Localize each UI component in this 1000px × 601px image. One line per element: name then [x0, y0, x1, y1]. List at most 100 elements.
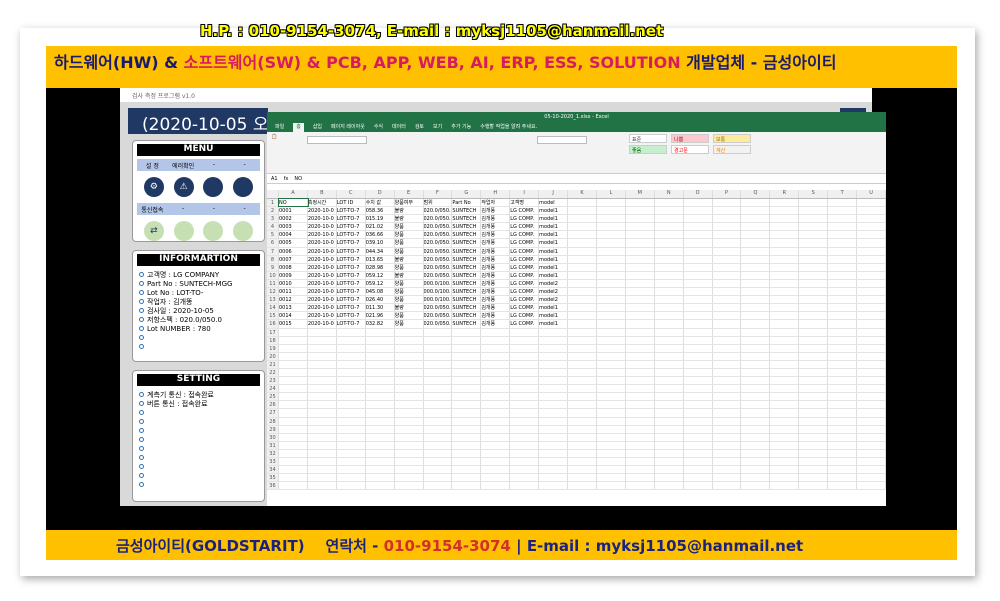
cell[interactable]: LG COMP.	[510, 231, 540, 239]
cell[interactable]	[366, 336, 395, 344]
cell[interactable]	[568, 377, 597, 385]
cell[interactable]	[279, 409, 308, 417]
cell[interactable]	[366, 393, 395, 401]
cell[interactable]	[799, 449, 829, 457]
row-number[interactable]: 28	[267, 417, 279, 425]
cell[interactable]	[684, 377, 713, 385]
cell[interactable]	[684, 288, 713, 296]
cell[interactable]	[308, 336, 337, 344]
cell[interactable]: LG COMP.	[510, 263, 540, 271]
cell[interactable]	[337, 449, 366, 457]
cell[interactable]	[799, 247, 829, 255]
cell[interactable]: LOT-TO-7	[337, 231, 366, 239]
cell[interactable]	[828, 368, 858, 377]
cell[interactable]	[857, 458, 886, 466]
cell[interactable]	[452, 441, 482, 449]
cell[interactable]	[799, 474, 829, 482]
cell[interactable]: 양품	[395, 239, 424, 247]
cell[interactable]	[510, 344, 540, 352]
cell[interactable]	[308, 393, 337, 401]
cell[interactable]	[741, 223, 771, 231]
cell[interactable]: NO	[277, 197, 309, 208]
cell[interactable]: LOT-TO-7	[337, 263, 366, 271]
cell[interactable]	[857, 433, 886, 441]
cell[interactable]	[510, 466, 540, 474]
cell[interactable]	[741, 417, 771, 425]
cell[interactable]: SUNTECH	[452, 239, 482, 247]
cell[interactable]	[395, 441, 424, 449]
cell[interactable]	[539, 377, 569, 385]
cell[interactable]	[597, 344, 626, 352]
cell[interactable]	[655, 239, 684, 247]
cell[interactable]: SUNTECH	[452, 320, 482, 328]
cell[interactable]	[279, 377, 308, 385]
column-header[interactable]: A	[279, 190, 308, 198]
cell[interactable]	[626, 441, 655, 449]
cell[interactable]	[626, 328, 655, 336]
cell[interactable]: 범위	[424, 199, 453, 207]
column-header[interactable]: H	[481, 190, 511, 198]
cell[interactable]	[395, 482, 424, 490]
cell[interactable]	[424, 482, 453, 490]
cell[interactable]: 045.08	[366, 288, 395, 296]
cell[interactable]	[741, 401, 771, 409]
cell[interactable]	[308, 417, 337, 425]
cell[interactable]	[539, 401, 569, 409]
cell[interactable]	[655, 320, 684, 328]
cell[interactable]	[337, 377, 366, 385]
cell[interactable]	[741, 247, 771, 255]
cell[interactable]	[597, 360, 626, 368]
cell[interactable]: LG COMP.	[510, 320, 540, 328]
cell[interactable]	[741, 393, 771, 401]
style-calc[interactable]: 계산	[713, 145, 751, 154]
row-number[interactable]: 31	[267, 441, 279, 449]
cell[interactable]: 김개똥	[481, 263, 511, 271]
column-header[interactable]: O	[684, 190, 713, 198]
cell[interactable]: 0015	[279, 320, 308, 328]
cell[interactable]	[770, 255, 800, 263]
cell[interactable]	[655, 255, 684, 263]
menu-button-7[interactable]	[203, 221, 224, 241]
cell[interactable]: 2020-10-0	[308, 247, 337, 255]
cell[interactable]: 000.0/100.	[424, 296, 453, 304]
cell[interactable]	[568, 336, 597, 344]
cell[interactable]	[713, 458, 742, 466]
row-number[interactable]: 13	[267, 296, 279, 304]
cell[interactable]	[857, 401, 886, 409]
cell[interactable]: 000.0/100.	[424, 279, 453, 288]
cell[interactable]	[857, 344, 886, 352]
cell[interactable]	[828, 255, 858, 263]
cell[interactable]	[684, 207, 713, 215]
cell[interactable]	[337, 401, 366, 409]
cell[interactable]: 0005	[279, 239, 308, 247]
row-number[interactable]: 2	[267, 207, 279, 215]
row-number[interactable]: 18	[267, 336, 279, 344]
column-header[interactable]: R	[770, 190, 800, 198]
cell[interactable]	[828, 385, 858, 393]
cell[interactable]	[799, 466, 829, 474]
cell[interactable]: LG COMP.	[510, 279, 540, 288]
cell[interactable]	[713, 247, 742, 255]
row-number[interactable]: 33	[267, 458, 279, 466]
cell[interactable]: 0007	[279, 255, 308, 263]
cell[interactable]	[597, 279, 626, 288]
cell[interactable]	[366, 352, 395, 360]
cell[interactable]	[741, 368, 771, 377]
cell[interactable]: LOT-TO-7	[337, 255, 366, 263]
cell[interactable]	[770, 328, 800, 336]
cell[interactable]: LG COMP.	[510, 207, 540, 215]
cell[interactable]	[597, 320, 626, 328]
cell[interactable]: SUNTECH	[452, 279, 482, 288]
cell[interactable]	[684, 360, 713, 368]
cell[interactable]	[452, 449, 482, 457]
error-check-button[interactable]: ⚠	[173, 177, 194, 197]
cell[interactable]	[452, 328, 482, 336]
cell[interactable]: LOT-TO-7	[337, 207, 366, 215]
cell[interactable]	[857, 466, 886, 474]
cell[interactable]	[770, 425, 800, 433]
column-header[interactable]: N	[655, 190, 684, 198]
cell[interactable]	[395, 458, 424, 466]
cell[interactable]	[857, 328, 886, 336]
cell[interactable]: 2020-10-0	[308, 296, 337, 304]
cell[interactable]	[655, 223, 684, 231]
